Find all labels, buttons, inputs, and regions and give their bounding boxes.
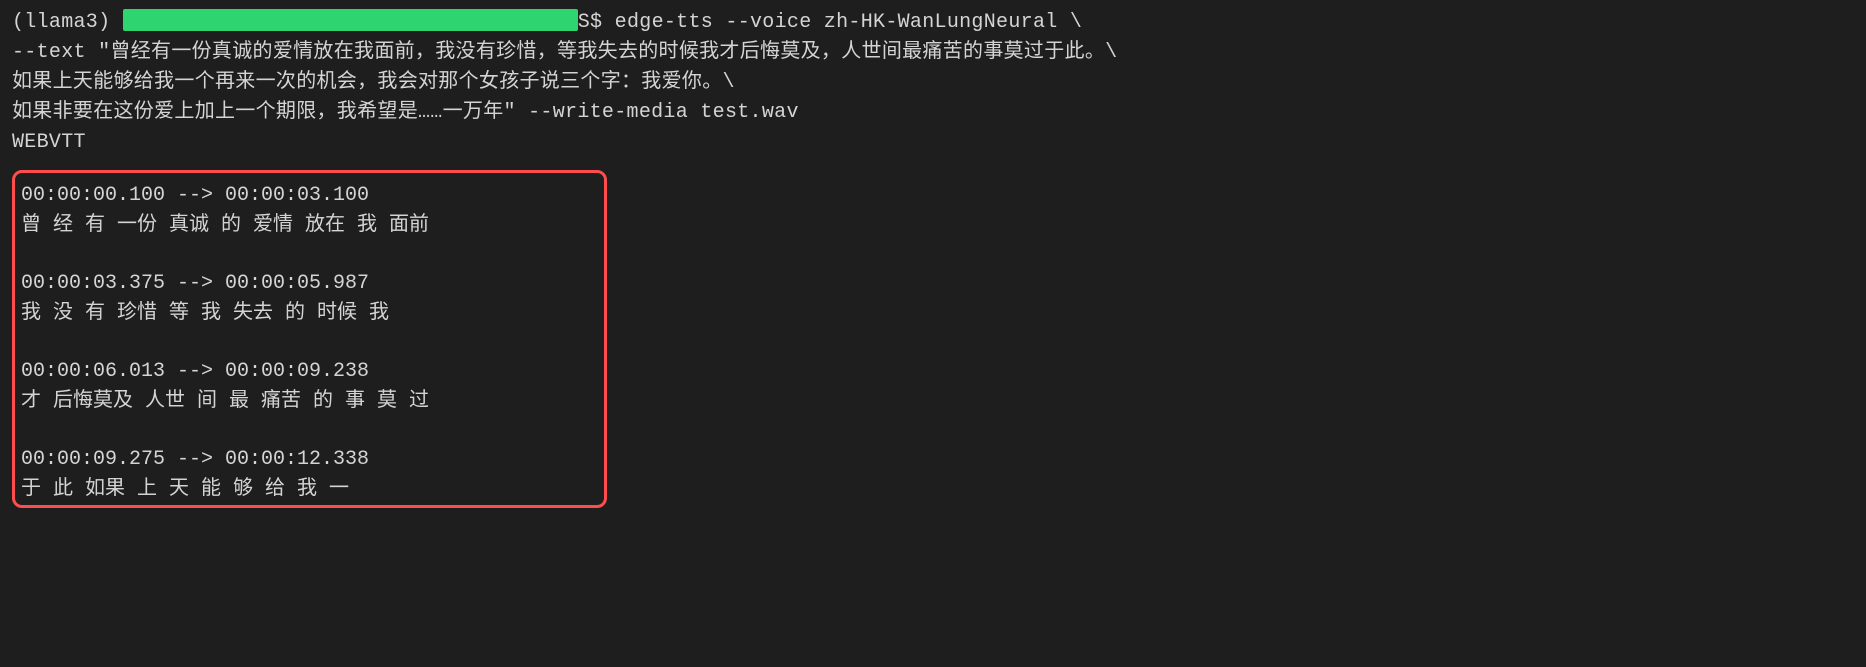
vtt-time: 00:00:03.375 --> 00:00:05.987	[21, 269, 598, 299]
vtt-cue: 00:00:06.013 --> 00:00:09.238 才 后悔莫及 人世 …	[21, 357, 598, 417]
prompt-char: $	[590, 11, 602, 34]
vtt-text: 曾 经 有 一份 真诚 的 爱情 放在 我 面前	[21, 211, 598, 241]
command-line-2[interactable]: --text "曾经有一份真诚的爱情放在我面前，我没有珍惜，等我失去的时候我才后…	[12, 38, 1854, 68]
webvtt-output-highlight: 00:00:00.100 --> 00:00:03.100 曾 经 有 一份 真…	[12, 170, 607, 508]
command-line-3[interactable]: 如果上天能够给我一个再来一次的机会，我会对那个女孩子说三个字：我爱你。\	[12, 68, 1854, 98]
prompt-s: S	[578, 11, 590, 34]
vtt-time: 00:00:06.013 --> 00:00:09.238	[21, 357, 598, 387]
redacted-path	[123, 9, 578, 31]
vtt-text: 我 没 有 珍惜 等 我 失去 的 时候 我	[21, 299, 598, 329]
prompt-line-1: (llama3) S$ edge-tts --voice zh-HK-WanLu…	[12, 8, 1854, 38]
vtt-cue: 00:00:03.375 --> 00:00:05.987 我 没 有 珍惜 等…	[21, 269, 598, 329]
vtt-text: 于 此 如果 上 天 能 够 给 我 一	[21, 475, 598, 505]
vtt-text: 才 后悔莫及 人世 间 最 痛苦 的 事 莫 过	[21, 387, 598, 417]
vtt-cue: 00:00:09.275 --> 00:00:12.338 于 此 如果 上 天…	[21, 445, 598, 505]
env-name: (llama3)	[12, 11, 110, 34]
command-line-1[interactable]: edge-tts --voice zh-HK-WanLungNeural \	[615, 11, 1082, 34]
command-line-4[interactable]: 如果非要在这份爱上加上一个期限，我希望是……一万年" --write-media…	[12, 98, 1854, 128]
vtt-cue: 00:00:00.100 --> 00:00:03.100 曾 经 有 一份 真…	[21, 181, 598, 241]
webvtt-header: WEBVTT	[12, 128, 1854, 158]
vtt-time: 00:00:09.275 --> 00:00:12.338	[21, 445, 598, 475]
vtt-time: 00:00:00.100 --> 00:00:03.100	[21, 181, 598, 211]
